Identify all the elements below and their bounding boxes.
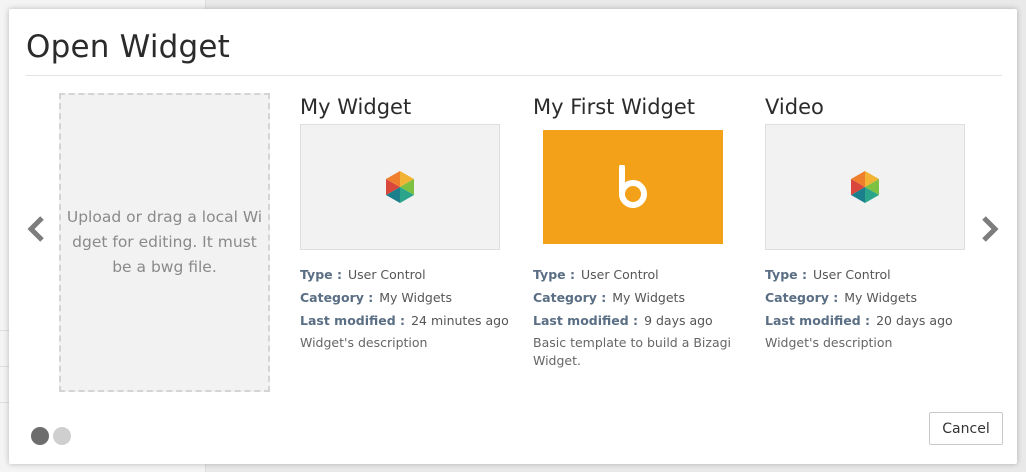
open-widget-dialog: Open Widget Upload or drag a local Widge… — [9, 9, 1017, 464]
type-value: User Control — [580, 267, 659, 282]
last-modified-value: 9 days ago — [644, 313, 713, 328]
type-label: Type : — [533, 267, 575, 282]
widget-card: My Widget Type : User Control Category : M… — [300, 95, 509, 352]
category-label: Category : — [300, 290, 374, 305]
widget-description: Widget's description — [300, 335, 428, 350]
last-modified-value: 24 minutes ago — [411, 313, 509, 328]
widget-meta: Type : User Control Category : My Widgets … — [765, 263, 970, 352]
carousel-pagination — [31, 427, 71, 445]
type-label: Type : — [300, 267, 342, 282]
carousel-prev-button[interactable] — [26, 216, 48, 242]
widget-thumbnail[interactable] — [300, 124, 500, 250]
widget-title[interactable]: Video — [765, 95, 970, 119]
widget-thumbnail[interactable] — [765, 124, 965, 250]
upload-instructions: Upload or drag a local Widget for editin… — [66, 208, 263, 276]
bizagi-thumbnail — [543, 130, 723, 244]
chevron-left-icon — [27, 216, 44, 242]
type-value: User Control — [812, 267, 891, 282]
type-label: Type : — [765, 267, 807, 282]
widget-thumbnail[interactable] — [533, 124, 733, 250]
widget-card: My First Widget Type : User Control Categ… — [533, 95, 738, 370]
last-modified-value: 20 days ago — [876, 313, 953, 328]
widget-description: Widget's description — [765, 335, 893, 350]
last-modified-label: Last modified : — [765, 313, 871, 328]
widget-meta: Type : User Control Category : My Widgets … — [300, 263, 509, 352]
pagination-dot-2[interactable] — [53, 427, 71, 445]
title-divider — [26, 75, 1002, 76]
chevron-right-icon — [982, 216, 999, 242]
widget-title[interactable]: My First Widget — [533, 95, 738, 119]
category-value: My Widgets — [379, 290, 452, 305]
widget-card: Video Type : User Control Category : My Wi… — [765, 95, 970, 352]
widget-description: Basic template to build a Bizagi Widget. — [533, 335, 732, 368]
hexagon-logo-icon — [386, 171, 414, 203]
dialog-title: Open Widget — [26, 29, 231, 65]
type-value: User Control — [347, 267, 426, 282]
category-value: My Widgets — [612, 290, 685, 305]
widget-title[interactable]: My Widget — [300, 95, 505, 119]
bizagi-b-logo-icon — [619, 165, 647, 208]
carousel-next-button[interactable] — [978, 216, 1000, 242]
upload-dropzone[interactable]: Upload or drag a local Widget for editin… — [59, 93, 270, 392]
last-modified-label: Last modified : — [300, 313, 406, 328]
cancel-button[interactable]: Cancel — [929, 412, 1003, 445]
category-label: Category : — [765, 290, 839, 305]
widget-meta: Type : User Control Category : My Widgets … — [533, 263, 738, 370]
last-modified-label: Last modified : — [533, 313, 639, 328]
category-value: My Widgets — [844, 290, 917, 305]
hexagon-logo-icon — [851, 171, 879, 203]
pagination-dot-1[interactable] — [31, 427, 49, 445]
category-label: Category : — [533, 290, 607, 305]
